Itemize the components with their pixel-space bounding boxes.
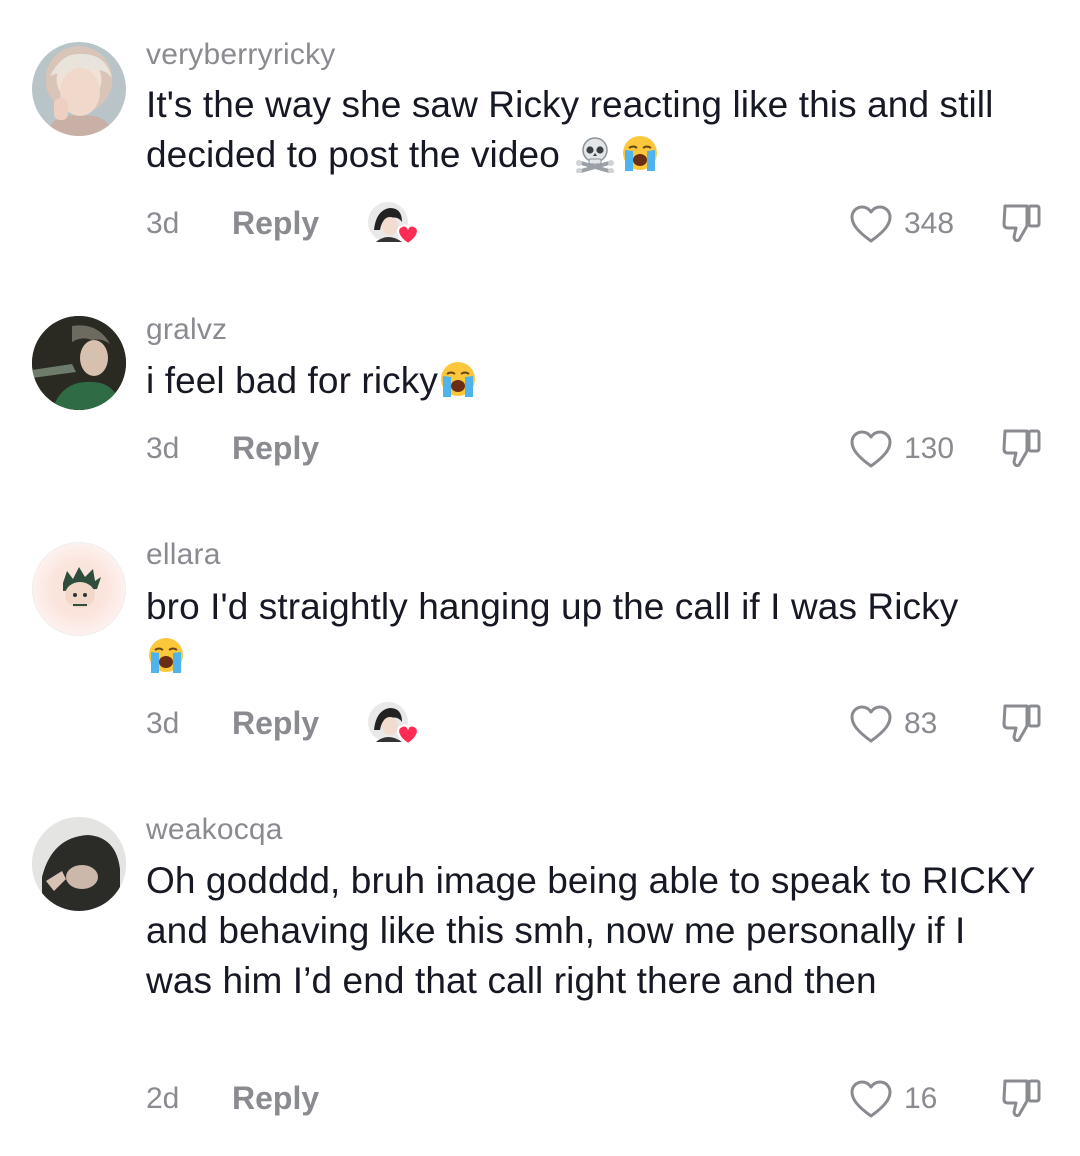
reply-button[interactable]: Reply	[232, 431, 319, 465]
dislike-icon[interactable]	[1001, 1077, 1043, 1121]
comment-username[interactable]: gralvz	[146, 312, 227, 348]
avatar[interactable]	[32, 817, 126, 911]
comment-meta: 3d Reply 348	[146, 202, 1046, 246]
dislike-icon[interactable]	[1001, 202, 1043, 246]
comment-text: bro I'd straightly hanging up the call i…	[146, 582, 1046, 682]
heart-outline-icon	[850, 205, 892, 243]
like-button[interactable]: 130	[849, 427, 969, 471]
avatar[interactable]	[32, 542, 126, 636]
comment-text: It's the way she saw Ricky reacting like…	[146, 80, 1046, 180]
creator-liked-badge-icon	[368, 202, 419, 246]
comment-text: i feel bad for ricky	[146, 356, 1046, 406]
comment-body: Oh godddd, bruh image being able to spea…	[146, 860, 1035, 1001]
comment-time: 3d	[146, 432, 180, 465]
like-button[interactable]: 348	[849, 202, 969, 246]
avatar[interactable]	[32, 42, 126, 136]
like-count: 16	[904, 1082, 938, 1115]
like-count: 348	[904, 207, 955, 240]
dislike-icon[interactable]	[1001, 427, 1043, 471]
heart-outline-icon	[850, 1080, 892, 1118]
loudly-crying-emoji	[149, 638, 183, 673]
creator-liked-badge-icon	[368, 702, 419, 746]
comment-meta: 2d Reply 16	[146, 1077, 1046, 1121]
like-count: 83	[904, 707, 938, 740]
loudly-crying-emoji	[623, 136, 658, 171]
comment-time: 3d	[146, 707, 180, 740]
comment-username[interactable]: ellara	[146, 537, 221, 573]
heart-outline-icon	[850, 705, 892, 743]
skull-crossbones-emoji	[576, 137, 615, 173]
reply-button[interactable]: Reply	[232, 1081, 319, 1115]
comment-time: 3d	[146, 207, 180, 240]
reply-button[interactable]: Reply	[232, 206, 319, 240]
avatar[interactable]	[32, 316, 126, 410]
like-button[interactable]: 16	[849, 1077, 969, 1121]
comment-username[interactable]: weakocqa	[146, 812, 283, 848]
comment-username[interactable]: veryberryricky	[146, 37, 335, 73]
like-button[interactable]: 83	[849, 702, 969, 746]
reply-button[interactable]: Reply	[232, 706, 319, 740]
comment-body: It's the way she saw Ricky reacting like…	[146, 84, 994, 175]
like-count: 130	[904, 432, 955, 465]
loudly-crying-emoji	[440, 362, 475, 397]
dislike-icon[interactable]	[1001, 702, 1043, 746]
comment-meta: 3d Reply 83	[146, 702, 1046, 746]
comment-body: bro I'd straightly hanging up the call i…	[146, 586, 959, 627]
comment-meta: 3d Reply 130	[146, 427, 1046, 471]
comment-body: i feel bad for ricky	[146, 360, 438, 401]
comment-time: 2d	[146, 1082, 180, 1115]
heart-outline-icon	[850, 430, 892, 468]
comment-text: Oh godddd, bruh image being able to spea…	[146, 856, 1036, 1006]
